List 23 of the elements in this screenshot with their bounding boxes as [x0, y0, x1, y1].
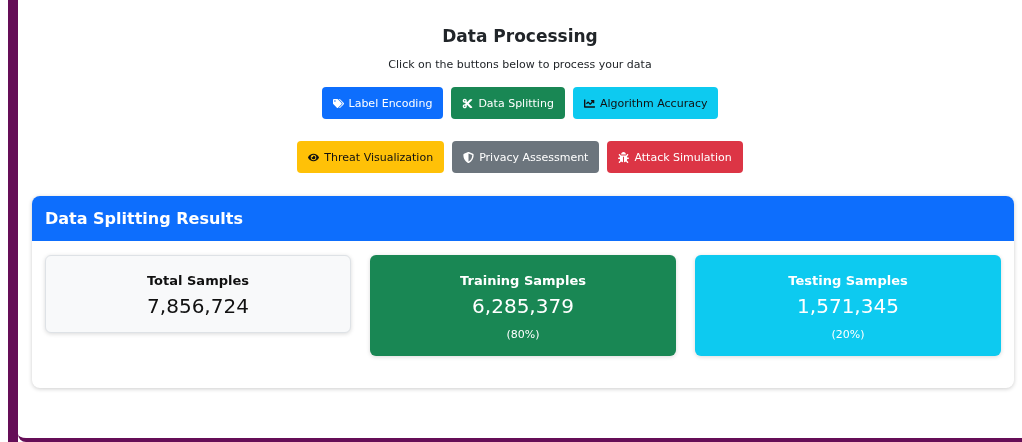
stat-value: 7,856,724: [147, 294, 249, 318]
stat-label: Total Samples: [146, 273, 249, 288]
page-subtitle: Click on the buttons below to process your data: [388, 58, 652, 71]
stat-share: (80%): [506, 328, 540, 341]
stat-value: 6,285,379: [472, 294, 574, 318]
stat-share: (20%): [831, 328, 865, 341]
bug-icon: [618, 151, 630, 163]
action-button[interactable]: Data Splitting: [451, 87, 565, 119]
card-title: Data Splitting Results: [45, 209, 243, 228]
scissors-icon: [462, 97, 474, 109]
stat-label: Training Samples: [460, 273, 586, 288]
stat-value: 1,571,345: [797, 294, 899, 318]
eye-icon: [308, 151, 320, 163]
action-button[interactable]: Threat Visualization: [297, 141, 445, 173]
tag-icon: [332, 97, 344, 109]
action-button[interactable]: Algorithm Accuracy: [572, 87, 719, 119]
action-button[interactable]: Attack Simulation: [607, 141, 743, 173]
line-chart-icon: [583, 97, 595, 109]
action-button[interactable]: Label Encoding: [321, 87, 444, 119]
page-title: Data Processing: [442, 26, 598, 46]
shield-icon: [463, 151, 475, 163]
stat-label: Testing Samples: [788, 273, 908, 288]
action-button[interactable]: Privacy Assessment: [452, 141, 600, 173]
